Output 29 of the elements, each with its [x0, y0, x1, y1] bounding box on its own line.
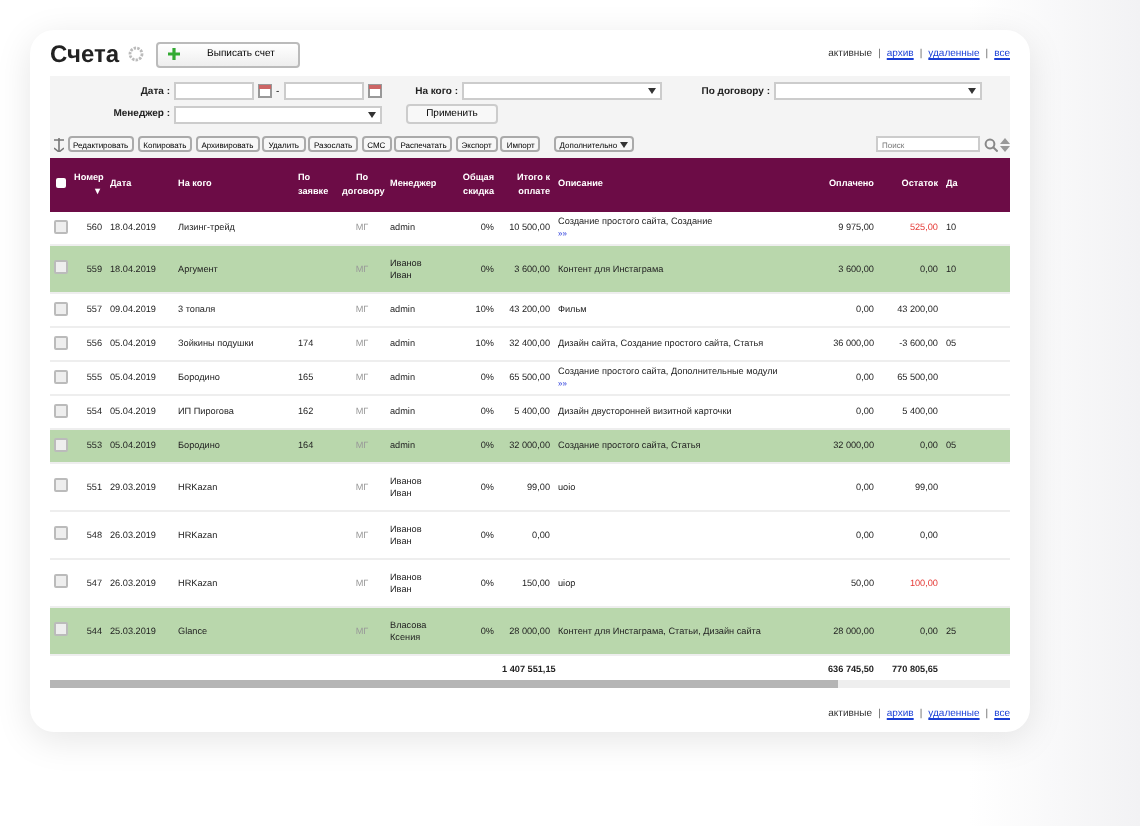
- row-checkbox[interactable]: [54, 301, 68, 316]
- horizontal-scrollbar[interactable]: [50, 680, 1010, 688]
- row-checkbox[interactable]: [54, 403, 68, 418]
- row-checkbox[interactable]: [54, 335, 68, 350]
- select-all-checkbox[interactable]: [55, 177, 65, 188]
- row-checkbox[interactable]: [54, 219, 68, 234]
- search-icon[interactable]: [983, 137, 997, 151]
- calendar-icon[interactable]: [367, 84, 382, 98]
- page-title: Счета: [50, 40, 120, 68]
- caret-icon: [368, 111, 376, 117]
- date-to-field[interactable]: [283, 82, 364, 100]
- caret-icon: [648, 88, 656, 94]
- date-from-field[interactable]: [174, 82, 254, 100]
- caret-icon: [619, 141, 628, 147]
- row-checkbox[interactable]: [54, 526, 68, 541]
- row-checkbox[interactable]: [54, 574, 68, 589]
- caret-icon: [968, 88, 976, 94]
- calendar-icon[interactable]: [258, 84, 272, 98]
- sort-arrows-icon[interactable]: [1000, 137, 1010, 151]
- row-checkbox[interactable]: [54, 437, 68, 452]
- row-checkbox[interactable]: [54, 622, 68, 637]
- manager-select[interactable]: [174, 105, 382, 123]
- contract-select[interactable]: [774, 82, 982, 100]
- payer-select[interactable]: [462, 82, 662, 100]
- plus-icon: [167, 48, 180, 60]
- row-checkbox[interactable]: [54, 260, 68, 275]
- row-checkbox[interactable]: [54, 478, 68, 493]
- sort-icon[interactable]: [54, 137, 64, 151]
- row-checkbox[interactable]: [54, 369, 68, 384]
